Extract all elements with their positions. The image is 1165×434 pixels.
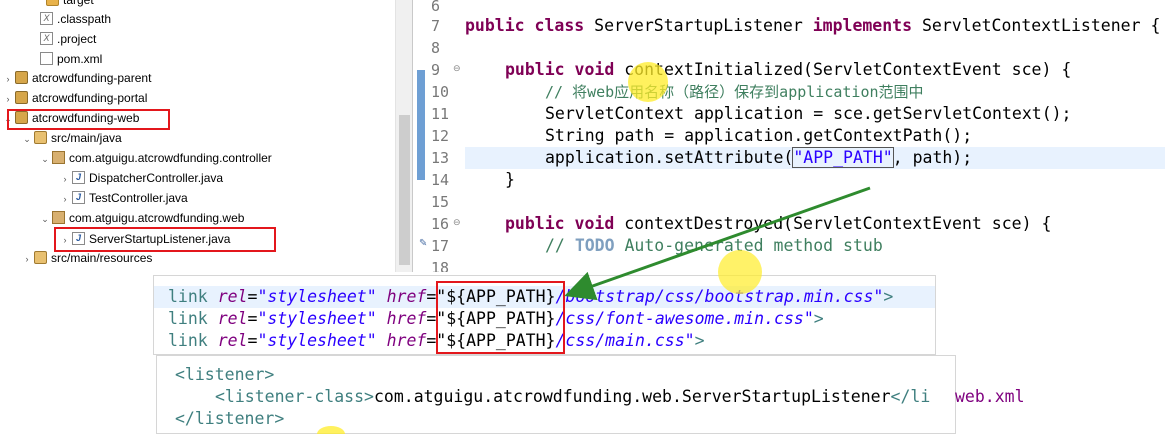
cursor-highlight (718, 250, 762, 294)
annotation-arrow (564, 186, 871, 301)
